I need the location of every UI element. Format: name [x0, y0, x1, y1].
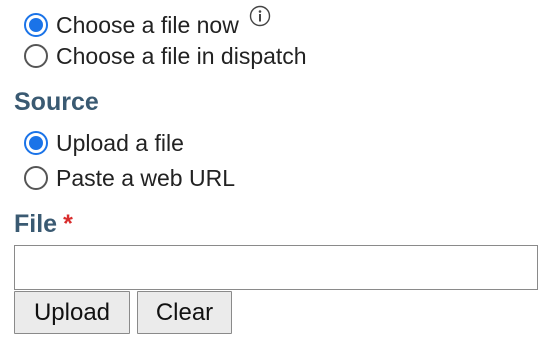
mode-now-label: Choose a file now: [56, 11, 239, 38]
required-marker: *: [63, 210, 73, 238]
source-upload-label: Upload a file: [56, 129, 184, 156]
source-url-label: Paste a web URL: [56, 164, 235, 191]
file-heading: File *: [14, 210, 73, 239]
clear-button[interactable]: Clear: [137, 291, 232, 334]
mode-now-radio[interactable]: [24, 13, 48, 37]
mode-option-dispatch[interactable]: Choose a file in dispatch: [24, 41, 307, 71]
source-upload-radio[interactable]: [24, 131, 48, 155]
upload-button[interactable]: Upload: [14, 291, 130, 334]
source-url-radio[interactable]: [24, 166, 48, 190]
source-option-url[interactable]: Paste a web URL: [24, 163, 235, 193]
mode-option-now[interactable]: Choose a file now: [24, 5, 271, 40]
info-icon[interactable]: [249, 5, 271, 27]
source-option-upload[interactable]: Upload a file: [24, 128, 184, 158]
source-heading: Source: [14, 88, 99, 116]
mode-dispatch-radio[interactable]: [24, 44, 48, 68]
file-input[interactable]: [14, 245, 538, 290]
file-label: File: [14, 210, 58, 238]
mode-dispatch-label: Choose a file in dispatch: [56, 42, 307, 69]
